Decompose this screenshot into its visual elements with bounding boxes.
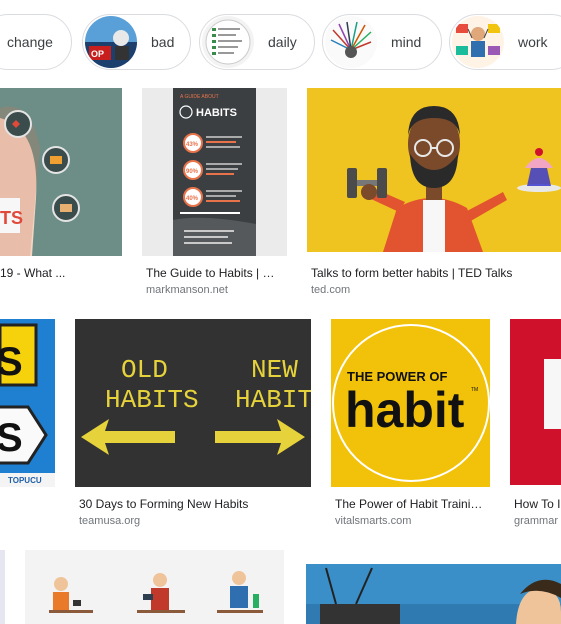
result-thumbnail[interactable] — [510, 319, 561, 485]
chip-work[interactable]: work — [449, 14, 561, 70]
chip-label: mind — [391, 34, 422, 50]
result-card[interactable]: OLD HABITS NEW HABITS 30 Days to Forming… — [75, 319, 311, 531]
chip-mind[interactable]: mind — [322, 14, 442, 70]
result-title[interactable]: The Power of Habit Traini… — [335, 497, 487, 511]
sign-text: S — [0, 416, 23, 460]
result-card[interactable]: Talks to form better habits | TED Talks … — [307, 88, 561, 300]
result-card[interactable] — [304, 550, 561, 624]
result-source[interactable]: markmanson.net — [146, 284, 280, 296]
result-thumbnail[interactable]: OLD HABITS NEW HABITS — [75, 319, 311, 487]
result-card[interactable]: A GUIDE ABOUT HABITS 43% 90% 40% The Gui… — [142, 88, 288, 300]
result-source[interactable]: vitalsmarts.com — [335, 515, 487, 527]
chip-bad[interactable]: OP bad — [82, 14, 191, 70]
trademark-text: TM — [471, 387, 478, 393]
result-thumbnail[interactable]: A GUIDE ABOUT HABITS 43% 90% 40% — [142, 88, 287, 256]
result-title[interactable]: Talks to form better habits | TED Talks — [311, 266, 557, 280]
result-card[interactable]: TS 19 - What ... — [0, 88, 122, 288]
new-text: NEW — [251, 355, 298, 385]
chip-daily[interactable]: daily — [199, 14, 315, 70]
bad-chip-thumbnail: OP — [85, 16, 137, 68]
chip-label: daily — [268, 34, 297, 50]
work-chip-thumbnail — [452, 16, 504, 68]
related-searches-bar: change OP bad daily mind work — [0, 0, 561, 86]
chip-label: work — [518, 34, 548, 50]
result-thumbnail[interactable]: TS — [0, 88, 122, 256]
chip-label: bad — [151, 34, 175, 50]
result-title[interactable]: How To I — [514, 497, 561, 511]
infographic-header: A GUIDE ABOUT — [180, 94, 219, 100]
source-logo: TOPUCU — [8, 476, 42, 485]
daily-chip-thumbnail — [202, 16, 254, 68]
result-thumbnail[interactable] — [307, 88, 561, 252]
result-card[interactable]: THE POWER OF habit TM The Power of Habit… — [331, 319, 491, 531]
infographic-stat: 40% — [186, 196, 199, 202]
result-title[interactable]: 30 Days to Forming New Habits — [79, 497, 307, 511]
sign-text: S — [0, 340, 23, 384]
result-source[interactable]: ted.com — [311, 284, 557, 296]
svg-text:TS: TS — [0, 208, 23, 228]
result-title[interactable]: 19 - What ... — [0, 266, 120, 280]
result-thumbnail[interactable] — [25, 550, 284, 624]
mind-chip-thumbnail — [325, 16, 377, 68]
result-card[interactable]: How To I grammar — [510, 319, 561, 531]
result-card[interactable] — [0, 550, 5, 624]
old-text: OLD — [121, 355, 168, 385]
result-source[interactable]: teamusa.org — [79, 515, 307, 527]
result-card[interactable] — [25, 550, 284, 624]
result-card[interactable]: S S TOPUCU — [0, 319, 55, 489]
result-source[interactable]: grammar — [514, 515, 561, 527]
chip-label: change — [7, 34, 53, 50]
infographic-stat: 90% — [186, 169, 199, 175]
chip-change[interactable]: change — [0, 14, 72, 70]
result-thumbnail[interactable] — [306, 564, 561, 624]
new-habits-text: HABITS — [235, 385, 311, 415]
infographic-title: HABITS — [196, 107, 237, 119]
infographic-stat: 43% — [186, 142, 199, 148]
result-title[interactable]: The Guide to Habits | … — [146, 266, 280, 280]
habit-text: habit — [345, 382, 465, 438]
svg-text:OP: OP — [91, 49, 104, 59]
old-habits-text: HABITS — [105, 385, 199, 415]
result-thumbnail[interactable]: S S TOPUCU — [0, 319, 55, 487]
result-thumbnail[interactable]: THE POWER OF habit TM — [331, 319, 490, 487]
